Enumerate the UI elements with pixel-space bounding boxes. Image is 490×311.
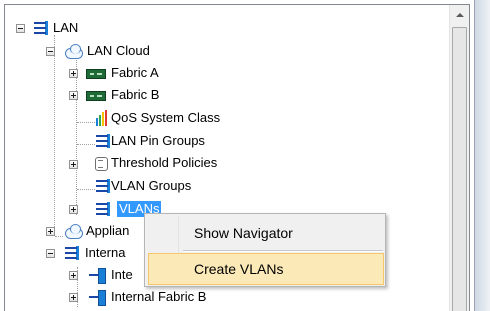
port-icon	[89, 268, 107, 284]
cloud-icon	[63, 44, 83, 59]
scroll-policy-icon	[93, 156, 109, 171]
scroll-up-arrow-icon[interactable]	[450, 5, 469, 24]
tree-item-internal-fabric-a[interactable]: Inte	[111, 267, 133, 283]
tree-item-appliances[interactable]: Applian	[86, 223, 129, 239]
tree-line	[77, 122, 95, 123]
internal-fabric-a-expand-button[interactable]	[69, 271, 78, 280]
qos-icon	[96, 110, 110, 126]
appliances-expand-button[interactable]	[46, 227, 55, 236]
cloud-icon	[63, 224, 83, 239]
lan-cloud-collapse-button[interactable]	[46, 47, 55, 56]
tree-item-internal-fabric-b[interactable]: Internal Fabric B	[111, 289, 206, 305]
lan-collapse-button[interactable]	[16, 24, 25, 33]
threshold-policies-expand-button[interactable]	[69, 160, 78, 169]
fabric-b-expand-button[interactable]	[69, 91, 78, 100]
tree-item-qos-system-class[interactable]: QoS System Class	[111, 110, 220, 126]
lan-icon	[31, 21, 49, 35]
internal-lan-collapse-button[interactable]	[46, 249, 55, 258]
internal-fabric-b-expand-button[interactable]	[69, 293, 78, 302]
vlan-groups-icon	[93, 179, 111, 193]
tree-item-lan-pin-groups[interactable]: LAN Pin Groups	[111, 133, 205, 149]
vertical-scrollbar[interactable]	[449, 5, 469, 311]
tree-item-vlan-groups[interactable]: VLAN Groups	[111, 178, 191, 194]
port-icon	[89, 290, 107, 306]
tree-item-lan-cloud[interactable]: LAN Cloud	[87, 43, 150, 59]
tree-line	[76, 57, 77, 215]
tree-item-internal-lan[interactable]: Interna	[85, 245, 125, 261]
tree-item-lan[interactable]: LAN	[53, 20, 78, 36]
fabric-interconnect-icon	[86, 69, 106, 79]
vlans-icon	[93, 202, 111, 216]
fabric-a-expand-button[interactable]	[69, 69, 78, 78]
tree-line	[55, 236, 63, 237]
tree-item-fabric-b[interactable]: Fabric B	[111, 87, 159, 103]
fabric-interconnect-icon	[86, 91, 106, 101]
window-border	[474, 0, 490, 311]
lan-pin-groups-icon	[93, 134, 111, 148]
tree-line	[54, 35, 55, 235]
menu-separator-highlight	[183, 251, 383, 252]
tree-item-threshold-policies[interactable]: Threshold Policies	[111, 155, 217, 171]
vlans-expand-button[interactable]	[69, 205, 78, 214]
context-menu: Show Navigator Create VLANs	[144, 213, 386, 287]
menu-item-show-navigator[interactable]: Show Navigator	[148, 217, 384, 249]
menu-item-create-vlans[interactable]: Create VLANs	[148, 253, 384, 285]
internal-lan-icon	[62, 246, 80, 260]
tree-item-fabric-a[interactable]: Fabric A	[111, 65, 159, 81]
scrollbar-thumb[interactable]	[452, 27, 467, 311]
